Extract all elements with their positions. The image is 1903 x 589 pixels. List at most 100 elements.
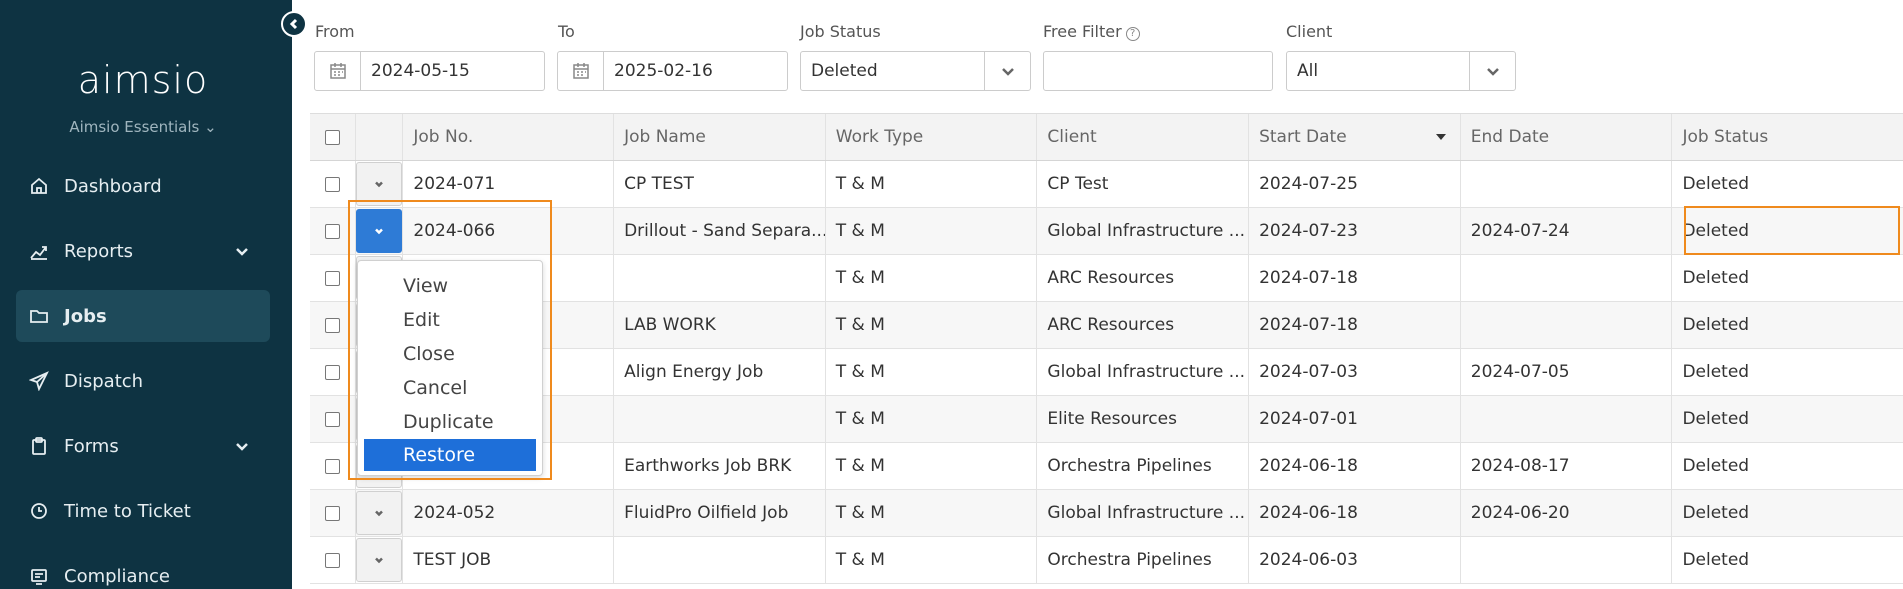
from-date-value: 2024-05-15: [371, 61, 470, 81]
job-status-label: Job Status: [800, 22, 881, 41]
start-date-cell: 2024-06-03: [1249, 537, 1461, 583]
sidebar-item-jobs[interactable]: Jobs: [16, 290, 270, 342]
menu-item-close[interactable]: Close: [358, 337, 542, 371]
job-status-cell: Deleted: [1682, 174, 1750, 194]
sidebar-item-label: Reports: [64, 240, 134, 262]
chevron-left-icon: [289, 18, 298, 30]
to-date-field[interactable]: 2025-02-16: [557, 51, 788, 91]
collapse-sidebar-button[interactable]: [281, 11, 307, 37]
workspace-selector[interactable]: Aimsio Essentials ⌄: [0, 118, 286, 136]
job-status-select[interactable]: Deleted: [800, 51, 1031, 91]
client-select[interactable]: All: [1286, 51, 1516, 91]
work-type-cell: T & M: [826, 490, 1038, 536]
row-checkbox[interactable]: [324, 364, 340, 380]
sidebar-item-compliance[interactable]: Compliance: [16, 550, 270, 589]
column-header-work-type[interactable]: Work Type: [826, 114, 1038, 160]
client-label: Client: [1286, 22, 1333, 41]
header-expand-cell: [356, 114, 404, 160]
row-expand-cell: [356, 208, 404, 254]
sidebar-item-dashboard[interactable]: Dashboard: [16, 160, 270, 212]
calendar-icon[interactable]: [558, 52, 604, 90]
sidebar-item-label: Compliance: [64, 565, 170, 587]
table-row[interactable]: 2024-071 CP TEST T & M CP Test 2024-07-25 Del…: [310, 161, 1903, 208]
row-actions-button[interactable]: [356, 538, 403, 582]
row-actions-button[interactable]: [356, 491, 403, 535]
sidebar-item-time-to-ticket[interactable]: Time to Ticket: [16, 485, 270, 537]
client-cell: Orchestra Pipelines: [1037, 537, 1250, 583]
sidebar-item-forms[interactable]: Forms: [16, 420, 270, 472]
row-checkbox[interactable]: [324, 176, 340, 192]
chevron-down-icon: [375, 181, 383, 188]
menu-item-view[interactable]: View: [358, 269, 542, 303]
row-checkbox[interactable]: [324, 411, 340, 427]
menu-item-edit[interactable]: Edit: [358, 303, 542, 337]
chevron-down-icon[interactable]: [234, 438, 250, 459]
row-select-cell: [310, 443, 356, 489]
row-actions-button[interactable]: [356, 209, 403, 253]
client-value: All: [1297, 61, 1319, 81]
table-row[interactable]: T & M ARC Resources 2024-07-18 Deleted: [310, 255, 1903, 302]
free-filter-input[interactable]: [1043, 51, 1273, 91]
row-select-cell: [310, 490, 356, 536]
end-date-cell: 2024-07-24: [1461, 208, 1673, 254]
client-cell: CP Test: [1037, 161, 1250, 207]
sidebar-item-reports[interactable]: Reports: [16, 225, 270, 277]
sort-desc-icon: [1435, 134, 1446, 140]
start-date-cell: 2024-06-18: [1249, 490, 1461, 536]
table-row[interactable]: T & M Elite Resources 2024-07-01 Deleted: [310, 396, 1903, 443]
app-root: aimsio Aimsio Essentials ⌄ Dashboard Rep…: [0, 0, 1903, 589]
chevron-down-icon: [375, 510, 383, 517]
row-actions-button[interactable]: [356, 162, 403, 206]
logo: aimsio: [77, 58, 209, 102]
start-date-cell: 2024-07-23: [1249, 208, 1461, 254]
calendar-icon[interactable]: [315, 52, 361, 90]
job-name-cell: [614, 255, 826, 301]
job-status-cell: Deleted: [1682, 315, 1750, 335]
column-header-client[interactable]: Client: [1037, 114, 1250, 160]
table-row[interactable]: 2024-052 FluidPro Oilfield Job T & M Global…: [310, 490, 1903, 537]
row-checkbox[interactable]: [324, 458, 340, 474]
start-date-cell: 2024-06-18: [1249, 443, 1461, 489]
client-cell: Elite Resources: [1037, 396, 1250, 442]
chevron-down-icon[interactable]: [1469, 52, 1515, 90]
table-row[interactable]: LAB WORK T & M ARC Resources 2024-07-18 Dele…: [310, 302, 1903, 349]
jobs-table: Job No. Job Name Work Type Client Start …: [310, 113, 1903, 584]
home-icon: [28, 175, 50, 197]
job-status-cell: Deleted: [1682, 503, 1750, 523]
chevron-down-icon[interactable]: [984, 52, 1030, 90]
job-status-cell: Deleted: [1682, 550, 1750, 570]
help-icon[interactable]: ?: [1125, 26, 1140, 41]
row-checkbox[interactable]: [324, 270, 340, 286]
free-filter-label: Free Filter?: [1043, 22, 1140, 41]
column-header-job-name[interactable]: Job Name: [614, 114, 826, 160]
from-label: From: [315, 22, 355, 41]
table-row[interactable]: TEST JOB T & M Orchestra Pipelines 2024-06-…: [310, 537, 1903, 584]
sidebar-item-dispatch[interactable]: Dispatch: [16, 355, 270, 407]
table-row[interactable]: Align Energy Job T & M Global Infrastructu…: [310, 349, 1903, 396]
menu-item-cancel[interactable]: Cancel: [358, 371, 542, 405]
table-row[interactable]: Earthworks Job BRK T & M Orchestra Pipelin…: [310, 443, 1903, 490]
row-checkbox[interactable]: [324, 223, 340, 239]
start-date-header-label: Start Date: [1259, 127, 1347, 147]
menu-item-duplicate[interactable]: Duplicate: [358, 405, 542, 439]
sidebar-item-label: Jobs: [64, 305, 107, 327]
menu-item-restore[interactable]: Restore: [364, 439, 536, 471]
work-type-cell: T & M: [826, 443, 1038, 489]
row-checkbox[interactable]: [324, 552, 340, 568]
sidebar: aimsio Aimsio Essentials ⌄ Dashboard Rep…: [0, 0, 292, 589]
column-header-job-status[interactable]: Job Status: [1672, 114, 1903, 160]
from-date-field[interactable]: 2024-05-15: [314, 51, 545, 91]
column-header-job-no[interactable]: Job No.: [403, 114, 615, 160]
send-icon: [28, 370, 50, 392]
job-name-cell: Earthworks Job BRK: [614, 443, 826, 489]
chevron-down-icon[interactable]: [234, 243, 250, 264]
table-row[interactable]: 2024-066 Drillout - Sand Separa... T & M Gl…: [310, 208, 1903, 255]
work-type-cell: T & M: [826, 161, 1038, 207]
column-header-end-date[interactable]: End Date: [1461, 114, 1673, 160]
end-date-cell: [1461, 161, 1673, 207]
row-checkbox[interactable]: [324, 317, 340, 333]
column-header-start-date[interactable]: Start Date: [1249, 114, 1461, 160]
work-type-cell: T & M: [826, 349, 1038, 395]
row-checkbox[interactable]: [324, 505, 340, 521]
select-all-checkbox[interactable]: [324, 129, 340, 145]
